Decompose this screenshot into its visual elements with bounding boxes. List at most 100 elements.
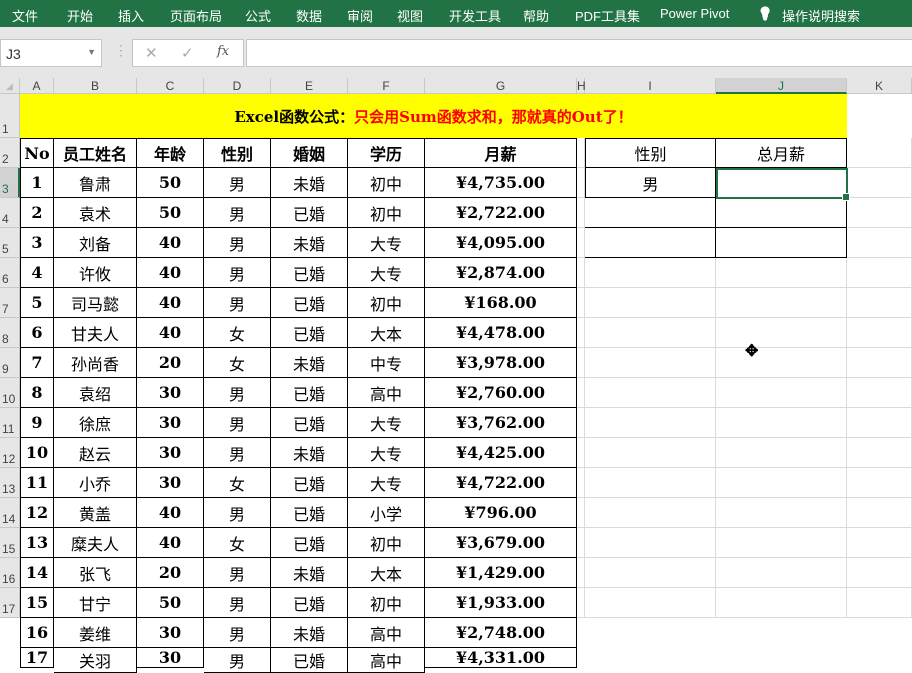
row-header-11[interactable]: 11 [0, 408, 20, 438]
row-header-1[interactable]: 1 [0, 94, 20, 138]
row-header-13[interactable]: 13 [0, 468, 20, 498]
row-header-16[interactable]: 16 [0, 558, 20, 588]
cell[interactable] [847, 378, 912, 408]
table-cell[interactable]: 40 [137, 258, 204, 288]
cell[interactable] [716, 348, 847, 378]
table-cell[interactable]: 已婚 [271, 318, 348, 348]
table-cell[interactable]: 男 [204, 168, 271, 198]
column-header-B[interactable]: B [54, 78, 137, 94]
table-cell[interactable]: 刘备 [54, 228, 137, 258]
cell[interactable] [577, 168, 585, 198]
table-cell[interactable]: 30 [137, 648, 204, 668]
table-cell[interactable]: 30 [137, 468, 204, 498]
table-cell[interactable]: 男 [204, 498, 271, 528]
chevron-down-icon[interactable]: ▼ [87, 47, 96, 57]
table-cell[interactable]: 9 [20, 408, 54, 438]
row-header-2[interactable]: 2 [0, 138, 20, 168]
table-cell[interactable]: 黄盖 [54, 498, 137, 528]
table-cell[interactable]: 50 [137, 168, 204, 198]
cell[interactable] [847, 318, 912, 348]
table-cell[interactable]: 7 [20, 348, 54, 378]
tab-10[interactable]: PDF工具集 [575, 6, 640, 25]
table-cell[interactable]: 40 [137, 528, 204, 558]
cell[interactable] [585, 258, 716, 288]
column-header-J[interactable]: J [716, 78, 847, 94]
table-cell[interactable]: 小乔 [54, 468, 137, 498]
table-cell[interactable]: 初中 [348, 288, 425, 318]
cell[interactable] [716, 378, 847, 408]
table-cell[interactable]: 已婚 [271, 528, 348, 558]
table-cell[interactable]: 8 [20, 378, 54, 408]
table-cell[interactable]: 男 [204, 288, 271, 318]
table-cell[interactable]: ¥3,978.00 [425, 348, 577, 378]
table-cell[interactable]: 已婚 [271, 588, 348, 618]
column-header-G[interactable]: G [425, 78, 577, 94]
table-cell[interactable]: ¥796.00 [425, 498, 577, 528]
cell[interactable] [847, 258, 912, 288]
cell[interactable] [847, 468, 912, 498]
table-header[interactable]: 婚姻 [271, 138, 348, 168]
table-cell[interactable]: 20 [137, 348, 204, 378]
table-cell[interactable]: 男 [204, 588, 271, 618]
table-cell[interactable]: 关羽 [54, 648, 137, 673]
tab-1[interactable]: 开始 [67, 6, 93, 25]
table-cell[interactable]: 甘夫人 [54, 318, 137, 348]
table-cell[interactable]: 大专 [348, 228, 425, 258]
table-cell[interactable]: 初中 [348, 168, 425, 198]
column-header-C[interactable]: C [137, 78, 204, 94]
cell[interactable] [585, 558, 716, 588]
cell[interactable] [577, 138, 585, 168]
table-cell[interactable]: 女 [204, 318, 271, 348]
table-cell[interactable]: 司马懿 [54, 288, 137, 318]
cell[interactable] [716, 438, 847, 468]
table-cell[interactable]: 初中 [348, 528, 425, 558]
cell[interactable] [847, 288, 912, 318]
column-header-I[interactable]: I [585, 78, 716, 94]
table-cell[interactable]: 未婚 [271, 558, 348, 588]
formula-input[interactable] [246, 39, 912, 67]
tab-11[interactable]: Power Pivot [660, 6, 729, 21]
table-cell[interactable]: 30 [137, 408, 204, 438]
table-cell[interactable]: 女 [204, 468, 271, 498]
cell[interactable] [847, 498, 912, 528]
table-cell[interactable]: ¥2,722.00 [425, 198, 577, 228]
cell[interactable] [577, 228, 585, 258]
table-cell[interactable]: 大专 [348, 408, 425, 438]
summary-cell[interactable] [585, 198, 716, 228]
row-header-15[interactable]: 15 [0, 528, 20, 558]
table-cell[interactable]: 高中 [348, 618, 425, 648]
cell[interactable] [847, 408, 912, 438]
column-header-A[interactable]: A [20, 78, 54, 94]
tab-5[interactable]: 数据 [296, 6, 322, 25]
row-header-10[interactable]: 10 [0, 378, 20, 408]
column-header-K[interactable]: K [847, 78, 912, 94]
table-cell[interactable]: 未婚 [271, 348, 348, 378]
table-cell[interactable]: 初中 [348, 588, 425, 618]
cell[interactable] [577, 528, 585, 558]
table-cell[interactable]: 未婚 [271, 228, 348, 258]
tab-9[interactable]: 帮助 [523, 6, 549, 25]
table-cell[interactable]: 高中 [348, 648, 425, 673]
table-cell[interactable]: 赵云 [54, 438, 137, 468]
table-cell[interactable]: 30 [137, 438, 204, 468]
tab-7[interactable]: 视图 [397, 6, 423, 25]
column-header-D[interactable]: D [204, 78, 271, 94]
cell[interactable] [585, 348, 716, 378]
table-cell[interactable]: 1 [20, 168, 54, 198]
table-cell[interactable]: 男 [204, 618, 271, 648]
tell-me-search[interactable]: 操作说明搜索 [782, 6, 860, 25]
table-cell[interactable]: 40 [137, 498, 204, 528]
select-all-corner[interactable]: ◢ [0, 78, 20, 94]
summary-header[interactable]: 总月薪 [716, 138, 847, 168]
cell[interactable] [585, 498, 716, 528]
table-cell[interactable]: 男 [204, 228, 271, 258]
active-cell-selection[interactable] [716, 168, 850, 201]
cell[interactable] [585, 528, 716, 558]
tab-4[interactable]: 公式 [245, 6, 271, 25]
table-header[interactable]: 员工姓名 [54, 138, 137, 168]
table-cell[interactable]: 大本 [348, 318, 425, 348]
table-cell[interactable]: 50 [137, 198, 204, 228]
table-cell[interactable]: 未婚 [271, 618, 348, 648]
table-cell[interactable]: 初中 [348, 198, 425, 228]
table-cell[interactable]: 未婚 [271, 438, 348, 468]
